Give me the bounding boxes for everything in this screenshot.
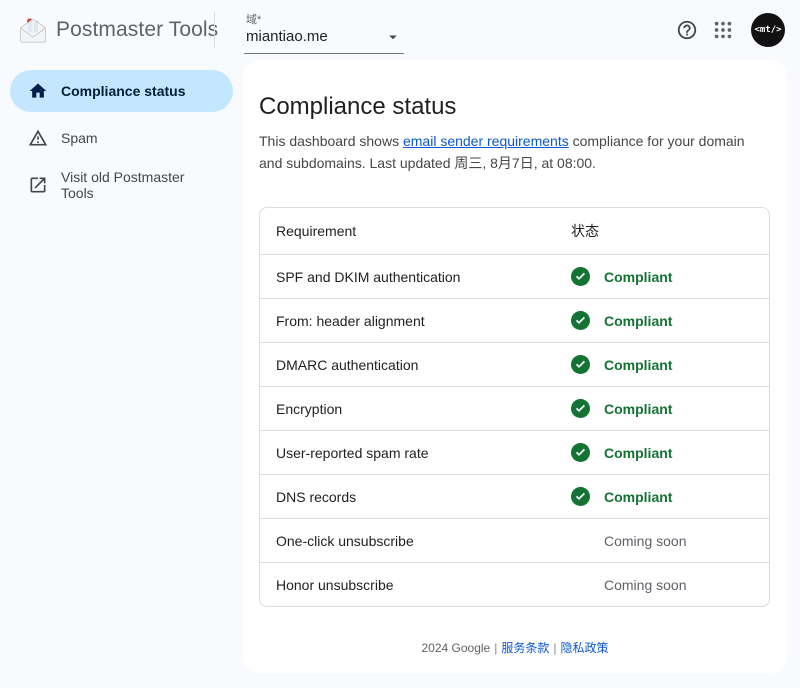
status-cell: Compliant: [571, 311, 769, 330]
sidebar-item-label: Visit old Postmaster Tools: [61, 169, 217, 201]
home-icon: [28, 81, 48, 101]
status-text: Coming soon: [604, 577, 687, 593]
apps-grid-button[interactable]: [711, 18, 735, 42]
requirement-cell: From: header alignment: [260, 313, 571, 329]
account-avatar[interactable]: <mt/>: [751, 13, 785, 47]
status-text: Compliant: [604, 445, 672, 461]
footer-separator: |: [553, 641, 556, 655]
table-row: DMARC authentication Compliant: [260, 342, 769, 386]
status-cell: Compliant: [571, 355, 769, 374]
requirement-cell: DNS records: [260, 489, 571, 505]
sidebar-item-label: Spam: [61, 130, 98, 146]
domain-selector-value: miantiao.me: [246, 28, 328, 45]
requirement-cell: SPF and DKIM authentication: [260, 269, 571, 285]
check-circle-icon: [571, 443, 590, 462]
table-row: One-click unsubscribe Coming soon: [260, 518, 769, 562]
main-content-card: Compliance status This dashboard shows e…: [243, 60, 787, 673]
table-row: SPF and DKIM authentication Compliant: [260, 254, 769, 298]
check-circle-icon: [571, 355, 590, 374]
status-cell: Coming soon: [571, 531, 769, 550]
table-header-row: Requirement 状态: [260, 208, 769, 254]
status-text: Compliant: [604, 401, 672, 417]
status-cell: Coming soon: [571, 575, 769, 594]
warning-icon: [28, 128, 48, 148]
requirement-cell: DMARC authentication: [260, 357, 571, 373]
help-button[interactable]: [675, 18, 699, 42]
status-cell: Compliant: [571, 399, 769, 418]
sidebar-item-visit-old-postmaster[interactable]: Visit old Postmaster Tools: [10, 164, 233, 206]
card-footer: 2024 Google | 服务条款 | 隐私政策: [243, 639, 787, 656]
sidebar-item-compliance-status[interactable]: Compliance status: [10, 70, 233, 112]
status-text: Compliant: [604, 269, 672, 285]
requirement-cell: User-reported spam rate: [260, 445, 571, 461]
open-in-new-icon: [28, 175, 48, 195]
column-header-requirement: Requirement: [260, 223, 571, 239]
requirement-cell: Encryption: [260, 401, 571, 417]
domain-selector-label: 域*: [246, 11, 402, 27]
app-title: Postmaster Tools: [56, 18, 218, 42]
top-header: Postmaster Tools 域* miantiao.me: [0, 0, 800, 60]
app-logo-area[interactable]: Postmaster Tools: [0, 17, 214, 44]
status-text: Coming soon: [604, 533, 687, 549]
description-prefix: This dashboard shows: [259, 133, 403, 149]
apps-grid-icon: [712, 19, 734, 41]
domain-selector[interactable]: 域* miantiao.me: [244, 7, 404, 54]
sidebar-nav: Compliance status Spam Visit old Postmas…: [0, 60, 243, 688]
status-text: Compliant: [604, 489, 672, 505]
check-circle-icon: [571, 311, 590, 330]
chevron-down-icon: [384, 28, 402, 46]
table-row: Encryption Compliant: [260, 386, 769, 430]
footer-separator: |: [494, 641, 497, 655]
status-cell: Compliant: [571, 487, 769, 506]
check-circle-icon: [571, 267, 590, 286]
check-circle-icon: [571, 399, 590, 418]
email-sender-requirements-link[interactable]: email sender requirements: [403, 133, 569, 149]
table-row: User-reported spam rate Compliant: [260, 430, 769, 474]
status-cell: Compliant: [571, 443, 769, 462]
requirement-cell: One-click unsubscribe: [260, 533, 571, 549]
requirement-cell: Honor unsubscribe: [260, 577, 571, 593]
header-divider: [214, 12, 215, 48]
privacy-policy-link[interactable]: 隐私政策: [560, 641, 608, 655]
compliance-table: Requirement 状态 SPF and DKIM authenticati…: [259, 207, 770, 607]
check-circle-icon: [571, 487, 590, 506]
sidebar-item-label: Compliance status: [61, 83, 185, 99]
table-row: From: header alignment Compliant: [260, 298, 769, 342]
status-text: Compliant: [604, 313, 672, 329]
postmaster-logo-icon: [18, 17, 48, 44]
sidebar-item-spam[interactable]: Spam: [10, 117, 233, 159]
compliance-table-body: SPF and DKIM authentication Compliant Fr…: [260, 254, 769, 606]
table-row: Honor unsubscribe Coming soon: [260, 562, 769, 606]
status-cell: Compliant: [571, 267, 769, 286]
table-row: DNS records Compliant: [260, 474, 769, 518]
page-title: Compliance status: [259, 93, 771, 121]
footer-copyright: 2024 Google: [421, 641, 490, 655]
page-description: This dashboard shows email sender requir…: [259, 130, 771, 174]
status-text: Compliant: [604, 357, 672, 373]
help-icon: [676, 19, 698, 41]
column-header-status: 状态: [571, 221, 769, 241]
terms-of-service-link[interactable]: 服务条款: [501, 641, 549, 655]
